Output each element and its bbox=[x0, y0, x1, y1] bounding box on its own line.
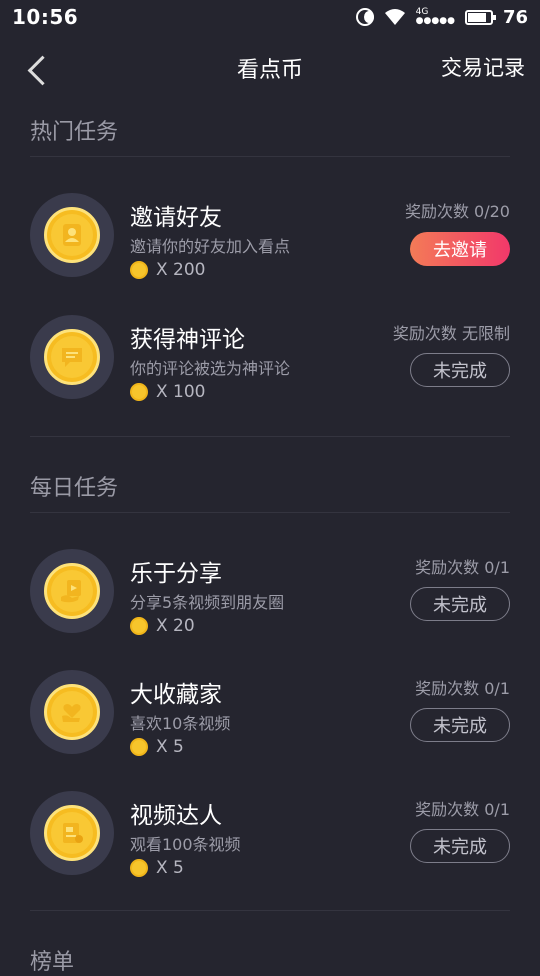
cellular-signal-icon: 4G ●●●●● bbox=[416, 8, 455, 26]
task-icon-badge bbox=[30, 193, 114, 277]
divider bbox=[30, 436, 510, 437]
task-icon-badge bbox=[30, 315, 114, 399]
invite-button[interactable]: 去邀请 bbox=[410, 232, 510, 266]
battery-level: 76 bbox=[502, 6, 528, 28]
reward-amount: X 100 bbox=[156, 382, 206, 402]
task-description: 分享5条视频到朋友圈 bbox=[130, 593, 285, 612]
task-reward: X 5 bbox=[130, 858, 184, 878]
task-icon-badge bbox=[30, 791, 114, 875]
share-icon bbox=[61, 580, 81, 603]
divider bbox=[30, 910, 510, 911]
reward-count: 奖励次数 0/1 bbox=[415, 800, 510, 819]
coin-icon bbox=[44, 207, 100, 263]
wifi-icon bbox=[384, 9, 405, 25]
user-icon bbox=[63, 224, 81, 246]
coin-icon bbox=[44, 563, 100, 619]
mini-coin-icon bbox=[130, 383, 148, 401]
status-icons: 4G ●●●●● 76 bbox=[355, 6, 528, 28]
status-time: 10:56 bbox=[12, 5, 79, 29]
task-name: 大收藏家 bbox=[130, 682, 222, 708]
task-description: 你的评论被选为神评论 bbox=[130, 359, 291, 378]
reward-count: 奖励次数 0/20 bbox=[404, 202, 510, 221]
mini-coin-icon bbox=[130, 738, 148, 756]
task-collector: 大收藏家 喜欢10条视频 X 5 奖励次数 0/1 未完成 bbox=[0, 667, 540, 767]
reward-amount: X 20 bbox=[156, 616, 195, 636]
reward-count: 奖励次数 无限制 bbox=[392, 324, 510, 343]
divider bbox=[30, 156, 510, 157]
task-description: 邀请你的好友加入看点 bbox=[130, 237, 291, 256]
incomplete-button[interactable]: 未完成 bbox=[410, 353, 510, 387]
incomplete-button[interactable]: 未完成 bbox=[410, 829, 510, 863]
task-name: 邀请好友 bbox=[130, 205, 222, 231]
mini-coin-icon bbox=[130, 859, 148, 877]
app-header: 看点币 交易记录 bbox=[0, 38, 540, 96]
divider bbox=[30, 512, 510, 513]
incomplete-button[interactable]: 未完成 bbox=[410, 708, 510, 742]
reward-amount: X 5 bbox=[156, 737, 184, 757]
task-share: 乐于分享 分享5条视频到朋友圈 X 20 奖励次数 0/1 未完成 bbox=[0, 546, 540, 646]
task-icon-badge bbox=[30, 670, 114, 754]
task-reward: X 100 bbox=[130, 382, 206, 402]
reward-count: 奖励次数 0/1 bbox=[415, 679, 510, 698]
signal-dots: ●●●●● bbox=[415, 16, 455, 26]
task-name: 获得神评论 bbox=[130, 327, 245, 353]
reward-amount: X 5 bbox=[156, 858, 184, 878]
task-description: 喜欢10条视频 bbox=[130, 714, 231, 733]
coin-icon bbox=[44, 684, 100, 740]
task-video-master: 视频达人 观看100条视频 X 5 奖励次数 0/1 未完成 bbox=[0, 788, 540, 888]
task-name: 乐于分享 bbox=[130, 561, 222, 587]
video-icon bbox=[63, 823, 83, 843]
task-reward: X 5 bbox=[130, 737, 184, 757]
reward-count: 奖励次数 0/1 bbox=[415, 558, 510, 577]
coin-icon bbox=[44, 805, 100, 861]
reward-amount: X 200 bbox=[156, 260, 206, 280]
status-bar: 10:56 4G ●●●●● 76 bbox=[0, 0, 540, 34]
transaction-records-link[interactable]: 交易记录 bbox=[441, 52, 525, 82]
task-reward: X 20 bbox=[130, 616, 195, 636]
comment-icon bbox=[62, 348, 82, 367]
mini-coin-icon bbox=[130, 617, 148, 635]
task-name: 视频达人 bbox=[130, 803, 222, 829]
task-invite-friends: 邀请好友 邀请你的好友加入看点 X 200 奖励次数 0/20 去邀请 bbox=[0, 190, 540, 290]
section-title-ranking: 榜单 bbox=[30, 950, 75, 975]
coin-icon bbox=[44, 329, 100, 385]
incomplete-button[interactable]: 未完成 bbox=[410, 587, 510, 621]
section-title-daily: 每日任务 bbox=[30, 476, 119, 501]
task-description: 观看100条视频 bbox=[130, 835, 241, 854]
battery-icon bbox=[464, 9, 496, 25]
task-featured-comment: 获得神评论 你的评论被选为神评论 X 100 奖励次数 无限制 未完成 bbox=[0, 312, 540, 412]
section-title-hot: 热门任务 bbox=[30, 120, 119, 145]
task-reward: X 200 bbox=[130, 260, 206, 280]
mini-coin-icon bbox=[130, 261, 148, 279]
task-icon-badge bbox=[30, 549, 114, 633]
do-not-disturb-icon bbox=[355, 8, 374, 26]
heart-hand-icon bbox=[62, 704, 81, 722]
